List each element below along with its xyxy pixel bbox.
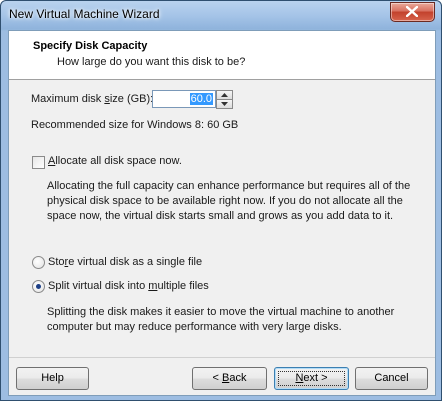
window-title: New Virtual Machine Wizard [9, 7, 160, 21]
footer-divider [9, 357, 435, 358]
arrow-down-icon [221, 102, 228, 106]
cancel-button[interactable]: Cancel [355, 367, 428, 390]
disk-size-spin-buttons [216, 90, 233, 109]
allocate-checkbox[interactable] [32, 156, 45, 169]
disk-size-label: Maximum disk size (GB): [31, 93, 154, 105]
next-button[interactable]: Next > [274, 367, 349, 390]
spin-down-button[interactable] [216, 99, 233, 109]
arrow-up-icon [221, 93, 228, 97]
allocate-label[interactable]: Allocate all disk space now. [48, 155, 182, 167]
help-button[interactable]: Help [16, 367, 89, 390]
title-bar[interactable]: New Virtual Machine Wizard [1, 1, 441, 29]
multiple-files-label[interactable]: Split virtual disk into multiple files [48, 280, 209, 292]
multiple-files-radio[interactable] [32, 280, 45, 293]
back-button[interactable]: < Back [192, 367, 267, 390]
page-title: Specify Disk Capacity [33, 40, 148, 52]
single-file-label[interactable]: Store virtual disk as a single file [48, 256, 202, 268]
wizard-header: Specify Disk Capacity How large do you w… [9, 31, 435, 80]
allocate-description: Allocating the full capacity can enhance… [47, 180, 411, 222]
focus-ring [278, 371, 345, 386]
page-subtitle: How large do you want this disk to be? [57, 56, 246, 68]
close-icon [406, 6, 418, 17]
split-description: Splitting the disk makes it easier to mo… [47, 306, 395, 333]
disk-size-spinner[interactable]: 60.0 [152, 90, 233, 109]
wizard-client-area: Specify Disk Capacity How large do you w… [8, 30, 436, 396]
wizard-window: New Virtual Machine Wizard Specify Disk … [0, 0, 442, 401]
close-button[interactable] [390, 2, 435, 22]
disk-size-input[interactable]: 60.0 [152, 90, 216, 108]
single-file-radio[interactable] [32, 256, 45, 269]
recommended-size-text: Recommended size for Windows 8: 60 GB [31, 119, 239, 131]
